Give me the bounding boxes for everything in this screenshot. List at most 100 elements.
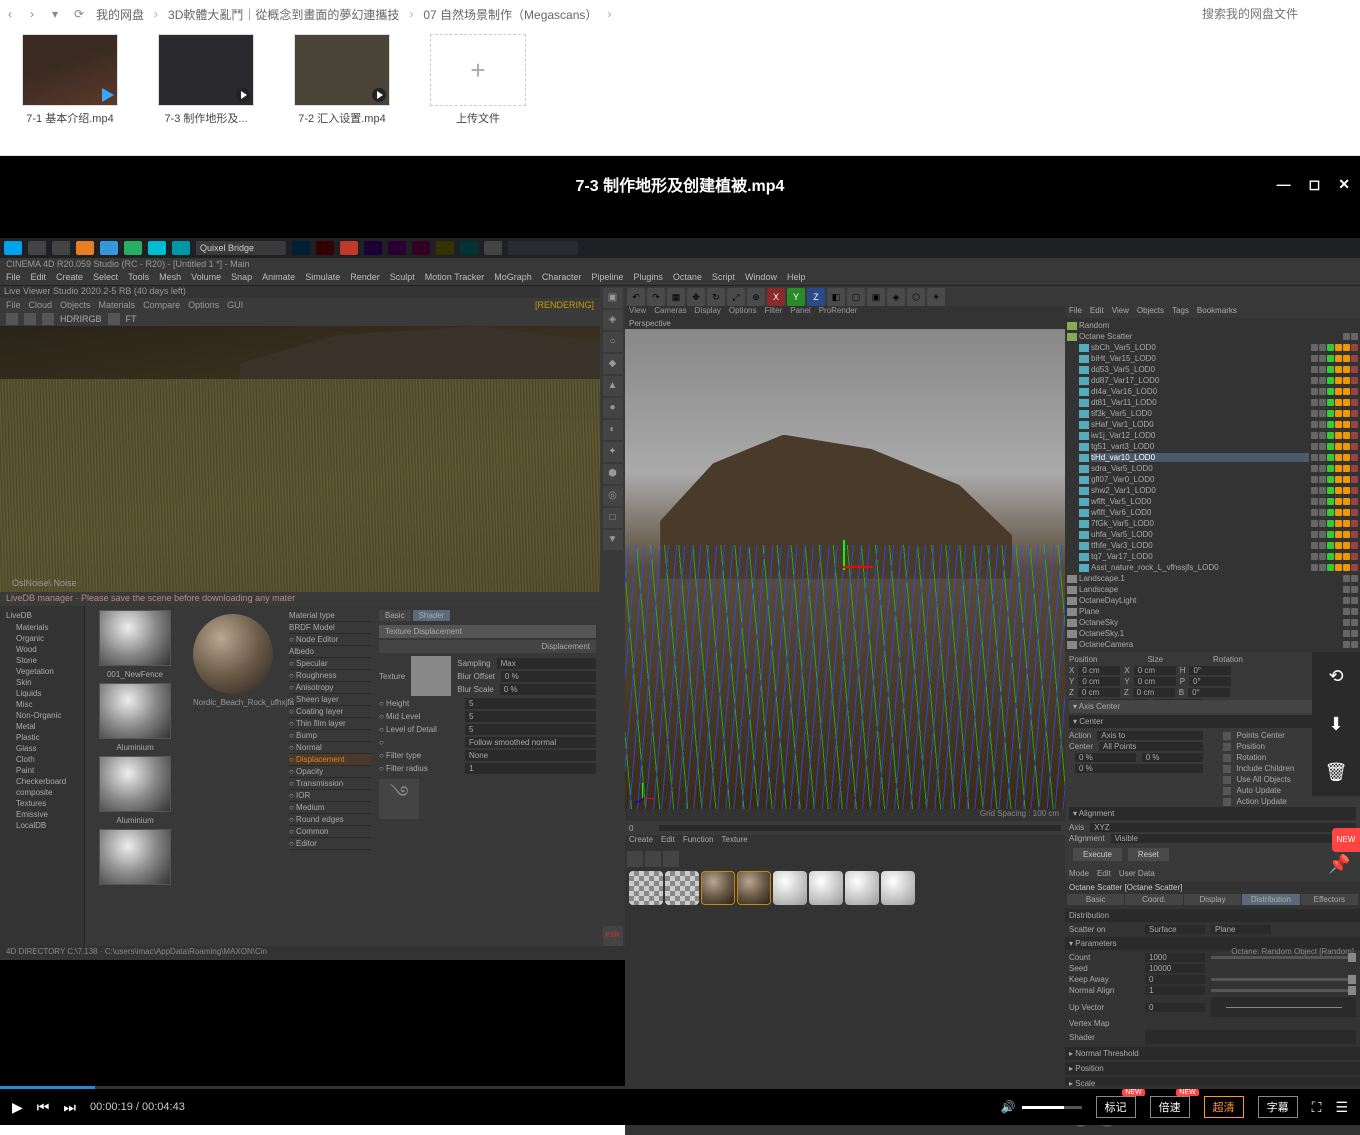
tool-icon[interactable]: ○ bbox=[603, 332, 623, 352]
property-item[interactable]: ○ IOR bbox=[289, 790, 371, 802]
menu-item[interactable]: Cameras bbox=[654, 306, 686, 318]
property-item[interactable]: ○ Transmission bbox=[289, 778, 371, 790]
object-item[interactable]: wflft_Var6_LOD0 bbox=[1091, 508, 1309, 517]
material-ball[interactable] bbox=[737, 871, 771, 905]
property-item[interactable]: Albedo bbox=[289, 646, 371, 658]
object-item[interactable]: OctaneDayLight bbox=[1079, 596, 1341, 605]
property-item[interactable]: ○ Coating layer bbox=[289, 706, 371, 718]
material-ball[interactable] bbox=[845, 871, 879, 905]
menu-item[interactable]: Options bbox=[729, 306, 757, 318]
tool-icon[interactable]: ✦ bbox=[603, 442, 623, 462]
menu-item[interactable]: Edit bbox=[1090, 306, 1104, 318]
minimize-icon[interactable]: — bbox=[1277, 176, 1291, 193]
tree-item[interactable]: Plastic bbox=[6, 732, 78, 743]
tree-item[interactable]: Materials bbox=[6, 622, 78, 633]
file-item[interactable]: 7-1 基本介绍.mp4 bbox=[22, 34, 118, 126]
tool-icon[interactable]: ▣ bbox=[603, 288, 623, 308]
tree-item[interactable]: Glass bbox=[6, 743, 78, 754]
me-icon[interactable] bbox=[412, 241, 430, 255]
nav-refresh-icon[interactable]: ⟳ bbox=[74, 7, 88, 21]
menu-item[interactable]: Help bbox=[787, 272, 806, 285]
main-menu[interactable]: FileEditCreateSelectToolsMeshVolumeSnapA… bbox=[0, 272, 1360, 286]
object-item[interactable]: dd53_Var5_LOD0 bbox=[1091, 365, 1309, 374]
task-icon[interactable] bbox=[172, 241, 190, 255]
task-icon[interactable] bbox=[340, 241, 358, 255]
object-item[interactable]: sdra_Var5_LOD0 bbox=[1091, 464, 1309, 473]
material-properties[interactable]: Material typeBRDF Model○ Node EditorAlbe… bbox=[285, 606, 375, 946]
mark-button[interactable]: 标记NEW bbox=[1096, 1096, 1136, 1118]
tree-item[interactable]: Wood bbox=[6, 644, 78, 655]
nav-back-icon[interactable]: ‹ bbox=[8, 7, 22, 21]
axis-y-button[interactable]: Y bbox=[787, 288, 805, 306]
tree-item[interactable]: Organic bbox=[6, 633, 78, 644]
fullscreen-icon[interactable]: ⛶ bbox=[1312, 1099, 1322, 1116]
breadcrumb[interactable]: 我的网盘 bbox=[96, 6, 144, 23]
tree-item[interactable]: Cloth bbox=[6, 754, 78, 765]
tab-basic[interactable]: Basic bbox=[1067, 894, 1124, 905]
file-thumb[interactable] bbox=[158, 34, 254, 106]
tab-shader[interactable]: Shader bbox=[413, 610, 451, 621]
maximize-icon[interactable]: ◻ bbox=[1309, 176, 1321, 193]
render-viewport[interactable]: OslNoise\ Noise bbox=[0, 326, 600, 592]
property-item[interactable]: ○ Thin film layer bbox=[289, 718, 371, 730]
menu-item[interactable]: Animate bbox=[262, 272, 295, 285]
tree-item[interactable]: Liquids bbox=[6, 688, 78, 699]
quality-button[interactable]: 超清 bbox=[1204, 1096, 1244, 1118]
tool-icon[interactable]: ● bbox=[603, 398, 623, 418]
tool-icon[interactable]: ↷ bbox=[647, 288, 665, 306]
viewport-toolbar[interactable]: ▣ ◈ ○ ◆ ▲ ● ◐ ✦ ⬢ ◎ □ ▼ PSR bbox=[600, 286, 625, 946]
menu-item[interactable]: Filter bbox=[764, 306, 782, 318]
tool-icon[interactable] bbox=[6, 313, 18, 325]
menu-item[interactable]: Motion Tracker bbox=[425, 272, 485, 285]
material-thumb[interactable] bbox=[99, 610, 171, 666]
viewport-menu[interactable]: ViewCamerasDisplayOptionsFilterPanelProR… bbox=[625, 306, 1065, 318]
node-tool-icon[interactable] bbox=[627, 851, 643, 867]
tool-icon[interactable]: □ bbox=[603, 508, 623, 528]
object-item[interactable]: uhfa_Var5_LOD0 bbox=[1091, 530, 1309, 539]
material-ball[interactable] bbox=[881, 871, 915, 905]
property-item[interactable]: Material type bbox=[289, 610, 371, 622]
object-item[interactable]: OctaneSky.1 bbox=[1079, 629, 1341, 638]
menu-item[interactable]: Pipeline bbox=[591, 272, 623, 285]
material-thumbnails[interactable]: 001_NewFence Aluminium Aluminium bbox=[85, 606, 185, 946]
object-item[interactable]: iw1j_Var12_LOD0 bbox=[1091, 431, 1309, 440]
tool-icon[interactable]: ◎ bbox=[603, 486, 623, 506]
property-item[interactable]: ○ Round edges bbox=[289, 814, 371, 826]
menu-item[interactable]: Function bbox=[683, 835, 714, 849]
tool-icon[interactable] bbox=[108, 313, 120, 325]
material-thumb[interactable] bbox=[99, 829, 171, 885]
tool-icon[interactable]: ☀ bbox=[927, 288, 945, 306]
property-item[interactable]: ○ Opacity bbox=[289, 766, 371, 778]
object-item[interactable]: 7fGk_Var5_LOD0 bbox=[1091, 519, 1309, 528]
menu-item[interactable]: Texture bbox=[722, 835, 748, 849]
c4d-task-icon[interactable] bbox=[508, 241, 578, 255]
object-item[interactable]: dt81_Var11_LOD0 bbox=[1091, 398, 1309, 407]
menu-item[interactable]: Tags bbox=[1172, 306, 1189, 318]
tab-basic[interactable]: Basic bbox=[379, 610, 411, 621]
property-item[interactable]: ○ Sheen layer bbox=[289, 694, 371, 706]
menu-item[interactable]: ProRender bbox=[819, 306, 858, 318]
task-icon[interactable] bbox=[52, 241, 70, 255]
object-item[interactable]: tfhfe_Var3_LOD0 bbox=[1091, 541, 1309, 550]
next-button[interactable]: ⏭ bbox=[63, 1099, 76, 1116]
menu-item[interactable]: File bbox=[6, 272, 21, 285]
menu-item[interactable]: View bbox=[1112, 306, 1129, 318]
property-item[interactable]: ○ Editor bbox=[289, 838, 371, 850]
breadcrumb[interactable]: 07 自然场景制作（Megascans） bbox=[423, 6, 597, 23]
object-item[interactable]: Plane bbox=[1079, 607, 1341, 616]
menu-item[interactable]: Character bbox=[542, 272, 582, 285]
tree-item[interactable]: Paint bbox=[6, 765, 78, 776]
property-item[interactable]: ○ Normal bbox=[289, 742, 371, 754]
task-icon[interactable] bbox=[100, 241, 118, 255]
nav-fwd-icon[interactable]: › bbox=[30, 7, 44, 21]
tool-icon[interactable]: ▼ bbox=[603, 530, 623, 550]
tool-icon[interactable]: ⤢ bbox=[727, 288, 745, 306]
object-item[interactable]: sHaf_Var1_LOD0 bbox=[1091, 420, 1309, 429]
object-item[interactable]: Octane Scatter bbox=[1079, 332, 1341, 341]
material-ball[interactable] bbox=[701, 871, 735, 905]
object-item[interactable]: Random bbox=[1079, 321, 1358, 330]
tree-item[interactable]: Non-Organic bbox=[6, 710, 78, 721]
close-icon[interactable]: ✕ bbox=[1338, 176, 1350, 193]
displacement-panel[interactable]: Basic Shader Texture Displacement Displa… bbox=[375, 606, 600, 946]
property-item[interactable]: ○ Roughness bbox=[289, 670, 371, 682]
